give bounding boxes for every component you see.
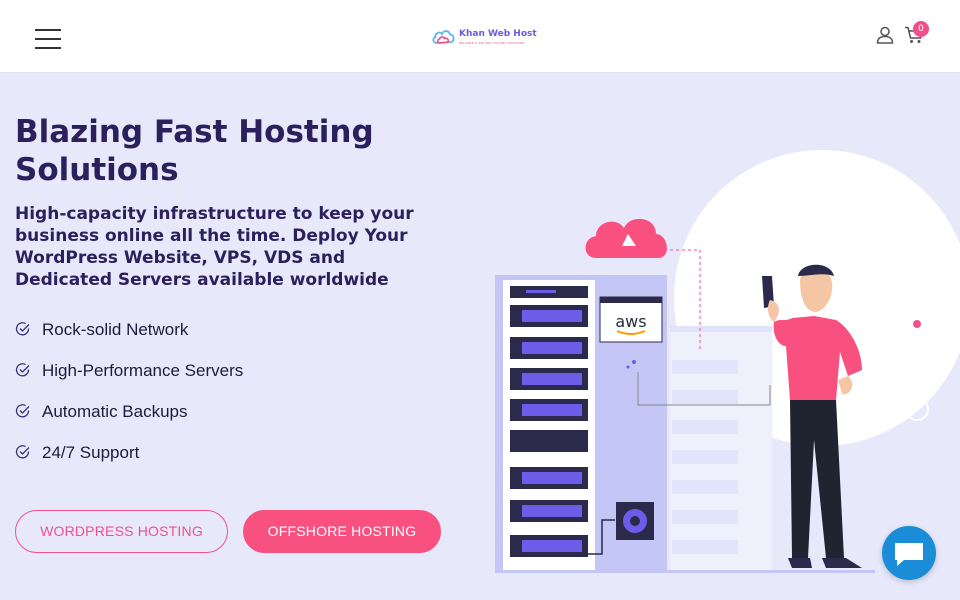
check-circle-icon (15, 363, 30, 377)
user-icon[interactable] (876, 26, 894, 44)
hero-title: Blazing Fast Hosting Solutions (15, 114, 374, 188)
live-chat-button[interactable] (882, 526, 936, 580)
check-circle-icon (15, 322, 30, 336)
slider-dot-2[interactable] (905, 355, 929, 379)
hero-subtitle: High-capacity infrastructure to keep you… (15, 204, 414, 290)
check-circle-icon (15, 404, 30, 418)
chat-bubble-icon (895, 543, 923, 566)
site-header: Khan Web Host RELIABLE & SECURE HOSTING … (0, 0, 960, 73)
logo-name: Khan Web Host (459, 29, 537, 39)
cart-count-badge: 0 (913, 21, 929, 37)
slider-dot-1[interactable] (905, 312, 929, 336)
feature-label: High-Performance Servers (42, 361, 244, 380)
wordpress-hosting-button[interactable]: WORDPRESS HOSTING (15, 510, 228, 553)
hamburger-menu-icon[interactable] (35, 29, 61, 49)
hero-illustration: aws (495, 150, 960, 573)
aws-label: aws (615, 312, 646, 331)
logo-tagline: RELIABLE & SECURE HOSTING PROVIDER (459, 41, 525, 45)
feature-label: Automatic Backups (42, 402, 188, 421)
check-circle-icon (15, 445, 30, 459)
feature-label: 24/7 Support (42, 443, 140, 462)
offshore-hosting-button[interactable]: OFFSHORE HOSTING (243, 510, 441, 553)
feature-label: Rock-solid Network (42, 320, 189, 339)
slider-dot-3[interactable] (905, 397, 929, 421)
cloud-logo-icon (432, 30, 455, 44)
site-logo[interactable]: Khan Web Host RELIABLE & SECURE HOSTING … (431, 26, 541, 48)
